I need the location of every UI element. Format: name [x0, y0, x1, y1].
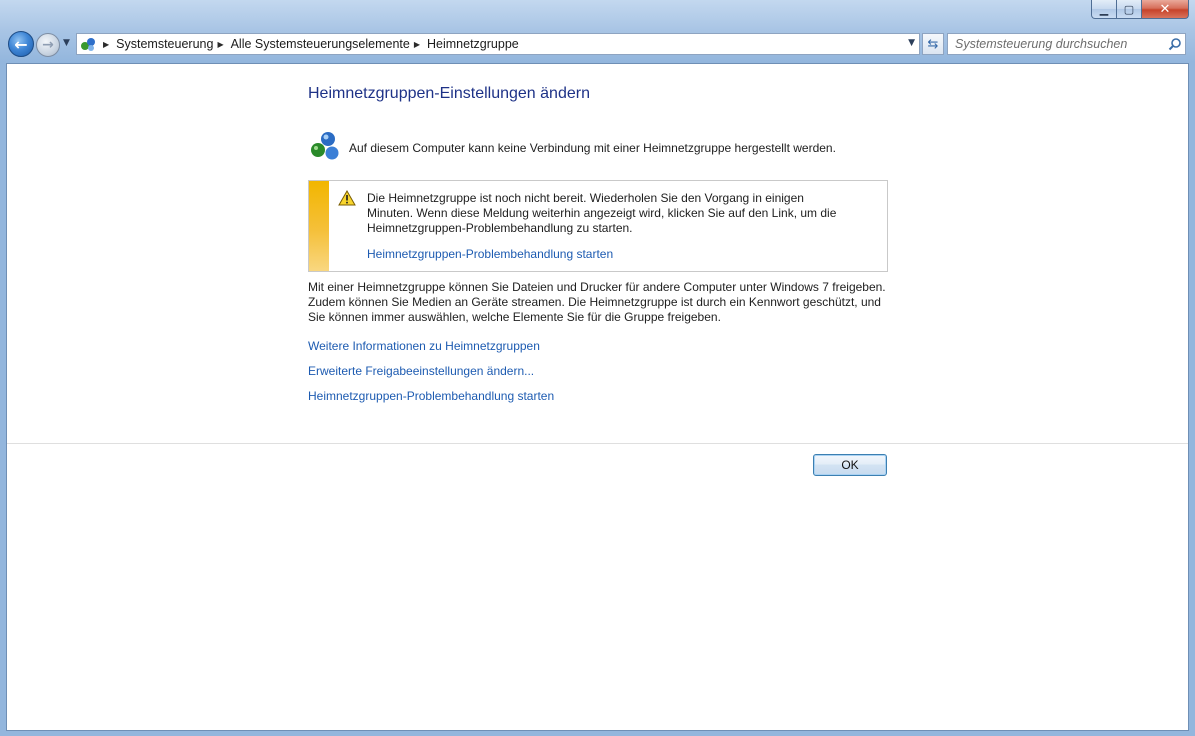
more-info-link[interactable]: Weitere Informationen zu Heimnetzgruppen [308, 339, 540, 353]
breadcrumb-separator-icon[interactable]: ▶ [414, 40, 420, 49]
content-panel: Heimnetzgruppen-Einstellungen ändern Auf… [6, 63, 1189, 731]
minimize-button[interactable]: ▁ [1091, 0, 1117, 19]
advanced-sharing-link[interactable]: Erweiterte Freigabeeinstellungen ändern.… [308, 364, 534, 378]
refresh-button[interactable]: ⇆ [922, 33, 944, 55]
arrow-left-icon: ← [14, 34, 28, 54]
status-row: Auf diesem Computer kann keine Verbindun… [308, 130, 836, 165]
page-title: Heimnetzgruppen-Einstellungen ändern [308, 85, 590, 102]
navigation-bar: ← → ▼ ▶ Systemsteuerung ▶ Alle Systemste… [6, 31, 1187, 57]
close-button[interactable]: ✕ [1142, 0, 1189, 19]
caption-buttons: ▁ ▢ ✕ [1091, 0, 1189, 20]
address-history-dropdown[interactable]: ▼ [908, 38, 915, 48]
chevron-down-icon: ▼ [63, 38, 70, 48]
control-panel-icon [77, 34, 99, 54]
breadcrumb-separator-icon[interactable]: ▶ [217, 40, 223, 49]
breadcrumb-item-heimnetzgruppe[interactable]: Heimnetzgruppe [427, 37, 519, 51]
arrow-right-icon: → [42, 37, 54, 53]
description-text: Mit einer Heimnetzgruppe können Sie Date… [308, 280, 886, 324]
homegroup-icon [308, 130, 341, 165]
breadcrumb-item-systemsteuerung[interactable]: Systemsteuerung [116, 37, 213, 51]
breadcrumb-separator-icon[interactable]: ▶ [103, 40, 109, 49]
status-text: Auf diesem Computer kann keine Verbindun… [349, 140, 836, 155]
maximize-button[interactable]: ▢ [1117, 0, 1142, 19]
back-button[interactable]: ← [8, 31, 34, 57]
address-bar[interactable]: ▶ Systemsteuerung ▶ Alle Systemsteuerung… [76, 33, 920, 55]
ok-button[interactable]: OK [813, 454, 887, 476]
divider [7, 443, 1188, 444]
troubleshooter-link[interactable]: Heimnetzgruppen-Problembehandlung starte… [367, 247, 613, 261]
warning-panel: Die Heimnetzgruppe ist noch nicht bereit… [308, 180, 888, 272]
search-box[interactable] [947, 33, 1186, 55]
warning-icon [338, 189, 356, 209]
breadcrumb-item-alle-elemente[interactable]: Alle Systemsteuerungselemente [231, 37, 410, 51]
search-icon[interactable] [1165, 37, 1185, 51]
warning-accent-strip [309, 181, 329, 271]
search-input[interactable] [948, 35, 1165, 53]
forward-button[interactable]: → [36, 33, 60, 57]
warning-text: Die Heimnetzgruppe ist noch nicht bereit… [367, 191, 837, 235]
window-frame: ▁ ▢ ✕ ← → ▼ ▶ Systemsteuerung ▶ Alle Sys… [0, 0, 1195, 736]
start-troubleshooter-link[interactable]: Heimnetzgruppen-Problembehandlung starte… [308, 389, 554, 403]
recent-pages-dropdown[interactable]: ▼ [63, 38, 70, 48]
refresh-icon: ⇆ [927, 36, 939, 52]
